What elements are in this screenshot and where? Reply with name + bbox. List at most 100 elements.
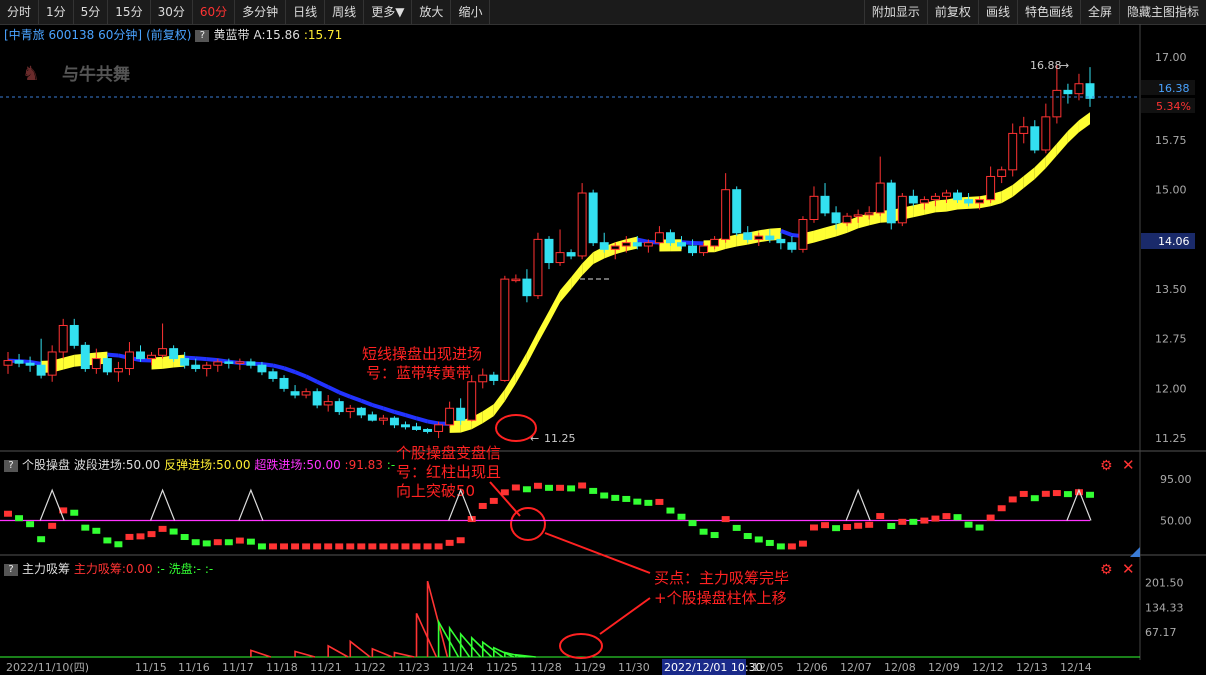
panel2-bar-92	[1019, 490, 1028, 497]
panel2-bar-15	[169, 528, 178, 535]
band-segment-69	[758, 228, 770, 243]
panel2-settings-icon: ⚙	[1100, 458, 1113, 474]
panel2-bar-38	[423, 543, 432, 550]
candle-body-50	[555, 252, 565, 264]
band-segment-98	[1078, 112, 1090, 133]
annotation-3-line1: 买点：主力吸筹完毕	[654, 569, 789, 587]
band-segment-26	[283, 366, 296, 374]
candle-body-2	[25, 362, 35, 366]
x-tick-label-10: 11/28	[530, 661, 562, 674]
panel2-bar-69	[765, 539, 774, 546]
panel2-bar-66	[732, 524, 741, 531]
panel3-help-button[interactable]: ?	[4, 563, 18, 576]
panel3-spike-33	[371, 647, 393, 658]
candle-body-81	[897, 195, 907, 224]
price-tick-label-1: 12.00	[1155, 382, 1187, 395]
band-segment-52	[571, 263, 583, 290]
candle-body-30	[334, 401, 344, 413]
candle-body-42	[467, 381, 477, 421]
x-tick-label-20: 12/13	[1016, 661, 1048, 674]
panel2-triangle-0	[39, 488, 65, 521]
panel2-bar-73	[810, 524, 818, 531]
panel2-bar-13	[147, 531, 156, 538]
candle-body-67	[743, 232, 753, 240]
panel2-bar-9	[103, 537, 112, 544]
candle-body-58	[643, 242, 653, 247]
panel2-bar-86	[953, 514, 962, 521]
logo-text: 与牛共舞	[62, 64, 130, 85]
price-tick-label-5: 15.00	[1155, 184, 1187, 197]
band-segment-19	[206, 357, 218, 363]
band-segment-91	[1001, 184, 1013, 204]
candle-body-22	[246, 361, 256, 366]
candle-body-13	[147, 354, 157, 360]
x-tick-label-0: 2022/11/10(四)	[6, 661, 89, 674]
annotation-3-line-top	[544, 532, 651, 574]
panel3-spike-37	[415, 612, 438, 658]
candle-body-63	[699, 245, 709, 254]
panel2-bar-40	[445, 539, 454, 546]
candle-body-93	[1030, 126, 1040, 151]
panel2-bar-91	[1008, 496, 1017, 503]
candle-body-17	[191, 364, 201, 370]
band-segment-39	[427, 419, 439, 426]
panel2-help-button[interactable]: ?	[4, 459, 18, 472]
candle-body-76	[842, 215, 852, 224]
candle-body-47	[522, 278, 532, 297]
panel3-l4: :-	[204, 562, 214, 576]
candle-body-19	[213, 361, 223, 366]
panel2-bar-52	[578, 482, 587, 489]
candle-body-0	[3, 360, 13, 366]
band-segment-48	[526, 331, 538, 365]
candle-body-38	[423, 428, 433, 432]
x-tick-label-8: 11/24	[442, 661, 474, 674]
panel2-l2: 反弹进场:50.00	[164, 458, 251, 472]
candle-body-78	[864, 212, 874, 216]
band-segment-34	[371, 403, 384, 411]
band-segment-49	[537, 310, 549, 344]
candle-body-29	[323, 401, 333, 406]
candle-body-1	[14, 360, 24, 364]
panel2-bar-58	[644, 499, 653, 506]
candle-body-12	[136, 351, 145, 360]
panel3-spike-41	[459, 631, 482, 658]
candle-body-53	[588, 192, 598, 244]
candle-body-98	[1085, 83, 1095, 99]
band-segment-47	[515, 352, 527, 384]
panel2-bar-45	[500, 489, 509, 496]
panel2-bar-29	[324, 543, 333, 550]
panel2-bar-94	[1041, 490, 1050, 497]
panel2-bar-67	[743, 533, 752, 540]
pct-tag: 5.34%	[1156, 100, 1191, 113]
band-segment-32	[349, 394, 362, 403]
candle-body-75	[831, 212, 841, 224]
candle-body-43	[478, 374, 488, 383]
panel2-bar-34	[379, 543, 388, 550]
panel2-bar-49	[545, 484, 553, 491]
panel2-bar-90	[997, 505, 1006, 512]
candle-body-84	[930, 195, 940, 201]
candle-body-65	[721, 189, 731, 240]
candle-body-8	[91, 358, 101, 370]
candle-body-39	[434, 424, 444, 432]
band-segment-38	[415, 416, 429, 424]
candle-body-26	[290, 391, 300, 396]
band-segment-33	[360, 398, 374, 407]
x-tick-label-12: 11/30	[618, 661, 650, 674]
candle-body-3	[36, 364, 46, 376]
x-tick-label-15: 12/06	[796, 661, 828, 674]
candle-body-37	[412, 426, 421, 430]
candle-body-4	[47, 351, 57, 376]
annotation-1-line2: 号：蓝带转黄带	[366, 364, 471, 382]
panel2-bar-41	[456, 537, 465, 544]
panel2-bar-4	[48, 522, 57, 529]
panel2-bar-65	[721, 516, 730, 523]
high-arrow: →	[1060, 59, 1069, 72]
band-segment-96	[1056, 130, 1068, 156]
band-segment-30	[327, 385, 341, 395]
panel2-bar-47	[522, 486, 531, 493]
panel2-triangle-4	[845, 488, 871, 521]
band-segment-50	[549, 290, 561, 323]
panel2-bar-22	[246, 538, 255, 545]
panel2-bar-75	[832, 525, 841, 532]
